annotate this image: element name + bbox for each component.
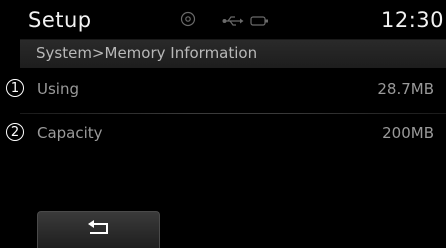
row-value: 200MB <box>382 124 434 142</box>
usb-icon <box>222 12 244 31</box>
row-number-badge: 2 <box>6 123 24 141</box>
breadcrumb-bar: System>Memory Information <box>20 40 446 68</box>
row-value: 28.7MB <box>377 80 434 98</box>
page-title: Setup <box>28 8 92 32</box>
disc-icon <box>180 11 196 31</box>
row-number-badge: 1 <box>6 79 24 97</box>
battery-icon <box>250 12 270 31</box>
back-button[interactable] <box>37 211 160 248</box>
memory-row-using: 1 Using 28.7MB <box>0 70 446 110</box>
clock: 12:30 <box>380 8 444 32</box>
breadcrumb: System>Memory Information <box>36 44 258 62</box>
back-arrow-icon <box>87 220 111 240</box>
row-label: Capacity <box>37 124 103 142</box>
memory-row-capacity: 2 Capacity 200MB <box>0 114 446 154</box>
title-bar: Setup 12:30 <box>20 2 446 40</box>
setup-screen: Setup 12:30 System>Memory Information 1 … <box>0 0 446 248</box>
row-label: Using <box>37 80 79 98</box>
status-icons <box>180 10 270 32</box>
